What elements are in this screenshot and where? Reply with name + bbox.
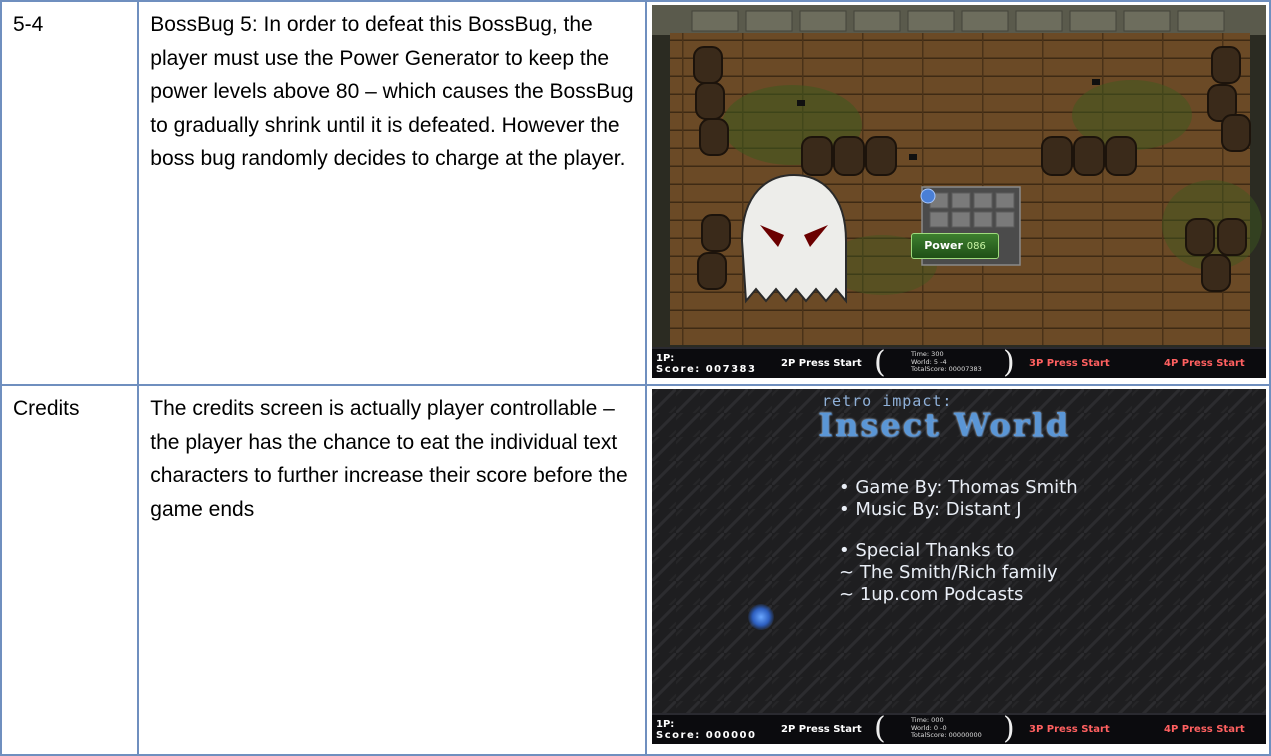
credits-game-title: Insect World <box>818 406 1071 444</box>
credit-line: • Game By: Thomas Smith <box>839 477 1078 498</box>
power-gauge: Power 086 <box>911 233 1000 259</box>
row-id: Credits <box>13 397 80 420</box>
level-description-table: 5-4 BossBug 5: In order to defeat this B… <box>0 0 1271 756</box>
right-bracket-icon: ) <box>1003 711 1015 744</box>
player1-status: 1P: Score: 007383 <box>656 353 756 375</box>
description-cell: BossBug 5: In order to defeat this BossB… <box>137 0 648 386</box>
table-row: 5-4 BossBug 5: In order to defeat this B… <box>0 0 1271 386</box>
level-info: Time: 000 World: 0 -0 TotalScore: 000000… <box>911 716 982 740</box>
right-bracket-icon: ) <box>1003 345 1015 378</box>
arena-graphic <box>652 5 1267 349</box>
row-id: 5-4 <box>13 13 44 36</box>
player1-label: 1P: <box>656 719 675 730</box>
screenshot-cell: Power 086 1P: Score: 007383 2P Press Sta… <box>645 0 1271 386</box>
player3-prompt: 3P Press Start <box>1029 358 1110 369</box>
player1-status: 1P: Score: 000000 <box>656 719 756 741</box>
description-text: The credits screen is actually player co… <box>150 397 628 521</box>
table-row: Credits The credits screen is actually p… <box>0 384 1271 756</box>
level-info: Time: 300 World: 5 -4 TotalScore: 000073… <box>911 350 982 374</box>
player1-score: Score: 007383 <box>656 364 757 375</box>
left-bracket-icon: ( <box>874 711 886 744</box>
row-id-cell: 5-4 <box>0 0 140 386</box>
game-hud: 1P: Score: 007383 2P Press Start ( Time:… <box>652 345 1267 378</box>
credit-line: • Special Thanks to <box>839 540 1015 561</box>
row-id-cell: Credits <box>0 384 140 756</box>
power-label: Power <box>924 239 963 252</box>
power-value: 086 <box>966 241 986 252</box>
credits-screenshot: retro impact: Insect World • Game By: Th… <box>652 389 1267 744</box>
player2-prompt: 2P Press Start <box>781 358 862 369</box>
total-score-readout: TotalScore: 00000000 <box>911 731 982 739</box>
bossbug-screenshot: Power 086 1P: Score: 007383 2P Press Sta… <box>652 5 1267 378</box>
player2-prompt: 2P Press Start <box>781 724 862 735</box>
screenshot-cell: retro impact: Insect World • Game By: Th… <box>645 384 1271 756</box>
description-text: BossBug 5: In order to defeat this BossB… <box>150 13 634 170</box>
left-bracket-icon: ( <box>874 345 886 378</box>
credit-line: ~ 1up.com Podcasts <box>839 584 1024 605</box>
player4-prompt: 4P Press Start <box>1164 358 1245 369</box>
credit-line: • Music By: Distant J <box>839 499 1022 520</box>
player3-prompt: 3P Press Start <box>1029 724 1110 735</box>
player4-prompt: 4P Press Start <box>1164 724 1245 735</box>
description-cell: The credits screen is actually player co… <box>137 384 648 756</box>
total-score-readout: TotalScore: 00007383 <box>911 365 982 373</box>
game-hud: 1P: Score: 000000 2P Press Start ( Time:… <box>652 711 1267 744</box>
player1-score: Score: 000000 <box>656 730 757 741</box>
credits-list: • Game By: Thomas Smith • Music By: Dist… <box>839 477 1078 606</box>
player1-label: 1P: <box>656 353 675 364</box>
player-bug-icon <box>748 604 775 630</box>
credit-line: ~ The Smith/Rich family <box>839 562 1058 583</box>
